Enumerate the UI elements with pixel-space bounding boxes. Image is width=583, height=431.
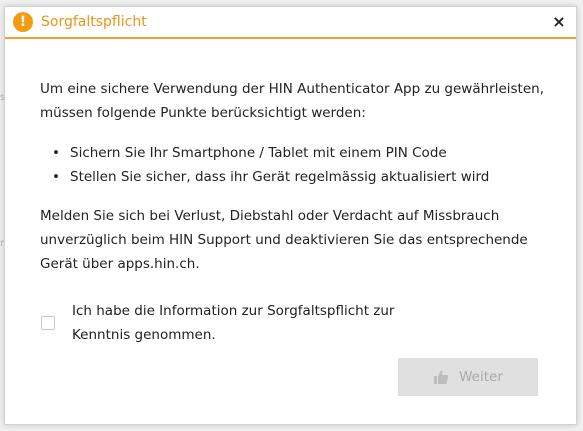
continue-label: Weiter xyxy=(459,369,503,385)
intro-text: Um eine sichere Verwendung der HIN Authe… xyxy=(40,81,544,121)
report-instructions: Melden Sie sich bei Verlust, Diebstahl o… xyxy=(40,208,528,272)
due-diligence-dialog: ! Sorgfaltspflicht × Um eine sichere Ver… xyxy=(4,6,577,425)
requirements-list: Sichern Sie Ihr Smartphone / Tablet mit … xyxy=(40,141,560,189)
thumbs-up-icon xyxy=(433,369,449,385)
dialog-title: Sorgfaltspflicht xyxy=(41,14,147,30)
close-button[interactable]: × xyxy=(550,12,568,32)
close-icon: × xyxy=(552,12,566,31)
acknowledge-label[interactable]: Ich habe die Information zur Sorgfaltspf… xyxy=(72,299,432,347)
acknowledge-checkbox[interactable] xyxy=(41,316,55,330)
list-item: Sichern Sie Ihr Smartphone / Tablet mit … xyxy=(52,141,560,165)
warning-icon: ! xyxy=(13,12,33,32)
list-item: Stellen Sie sicher, dass ihr Gerät regel… xyxy=(52,165,560,189)
continue-button[interactable]: Weiter xyxy=(398,358,538,396)
dialog-titlebar: ! Sorgfaltspflicht × xyxy=(5,7,576,39)
